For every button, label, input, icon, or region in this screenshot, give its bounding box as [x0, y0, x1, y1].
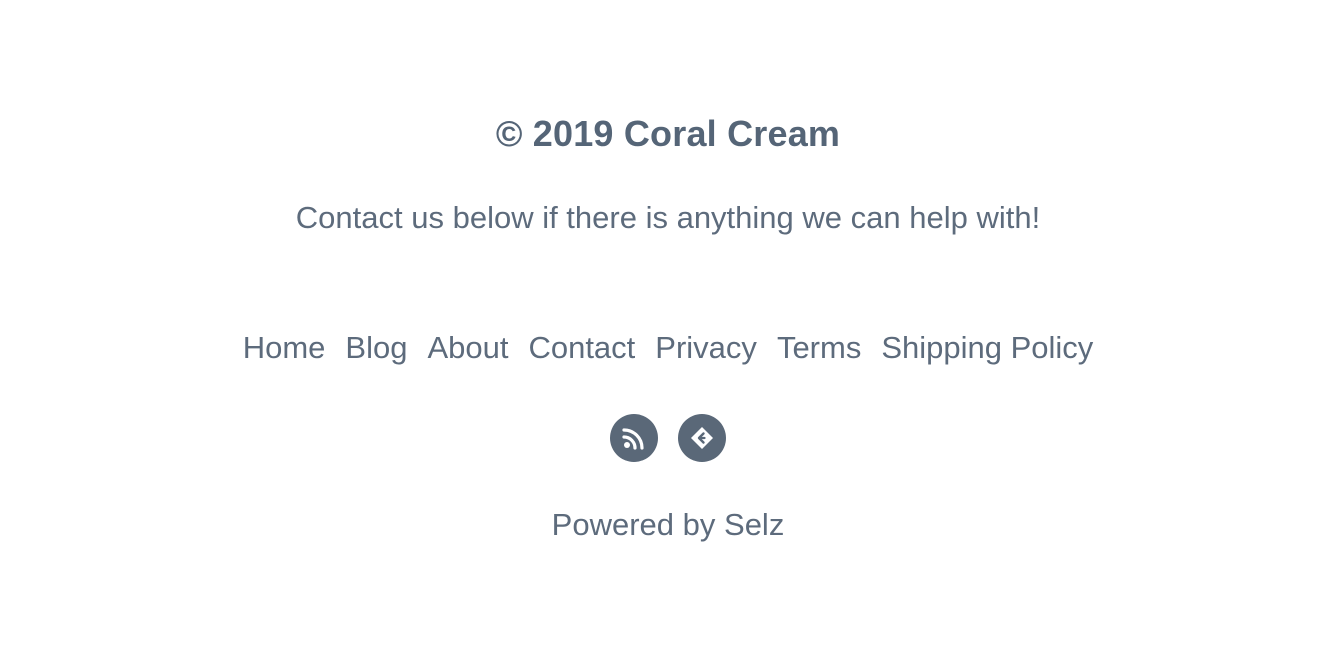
selz-icon: [691, 427, 713, 449]
rss-button[interactable]: [610, 414, 658, 462]
powered-by: Powered by Selz: [0, 505, 1319, 545]
rss-icon: [622, 428, 644, 450]
footer-tagline: Contact us below if there is anything we…: [295, 200, 1041, 235]
nav-link-blog[interactable]: Blog: [345, 328, 407, 368]
copyright-text: © 2019 Coral Cream: [495, 113, 841, 154]
nav-link-privacy[interactable]: Privacy: [655, 328, 757, 368]
powered-by-prefix: Powered by: [551, 507, 716, 542]
nav-link-terms[interactable]: Terms: [777, 328, 861, 368]
social-links: [0, 414, 1319, 462]
selz-button[interactable]: [678, 414, 726, 462]
site-footer: © 2019 Coral Cream Contact us below if t…: [0, 0, 1319, 663]
footer-nav: Home Blog About Contact Privacy Terms Sh…: [0, 326, 1319, 370]
nav-link-home[interactable]: Home: [243, 328, 326, 368]
nav-link-about[interactable]: About: [427, 328, 508, 368]
selz-link[interactable]: Selz: [724, 507, 784, 542]
nav-link-shipping-policy[interactable]: Shipping Policy: [881, 328, 1093, 368]
nav-link-contact[interactable]: Contact: [528, 328, 635, 368]
